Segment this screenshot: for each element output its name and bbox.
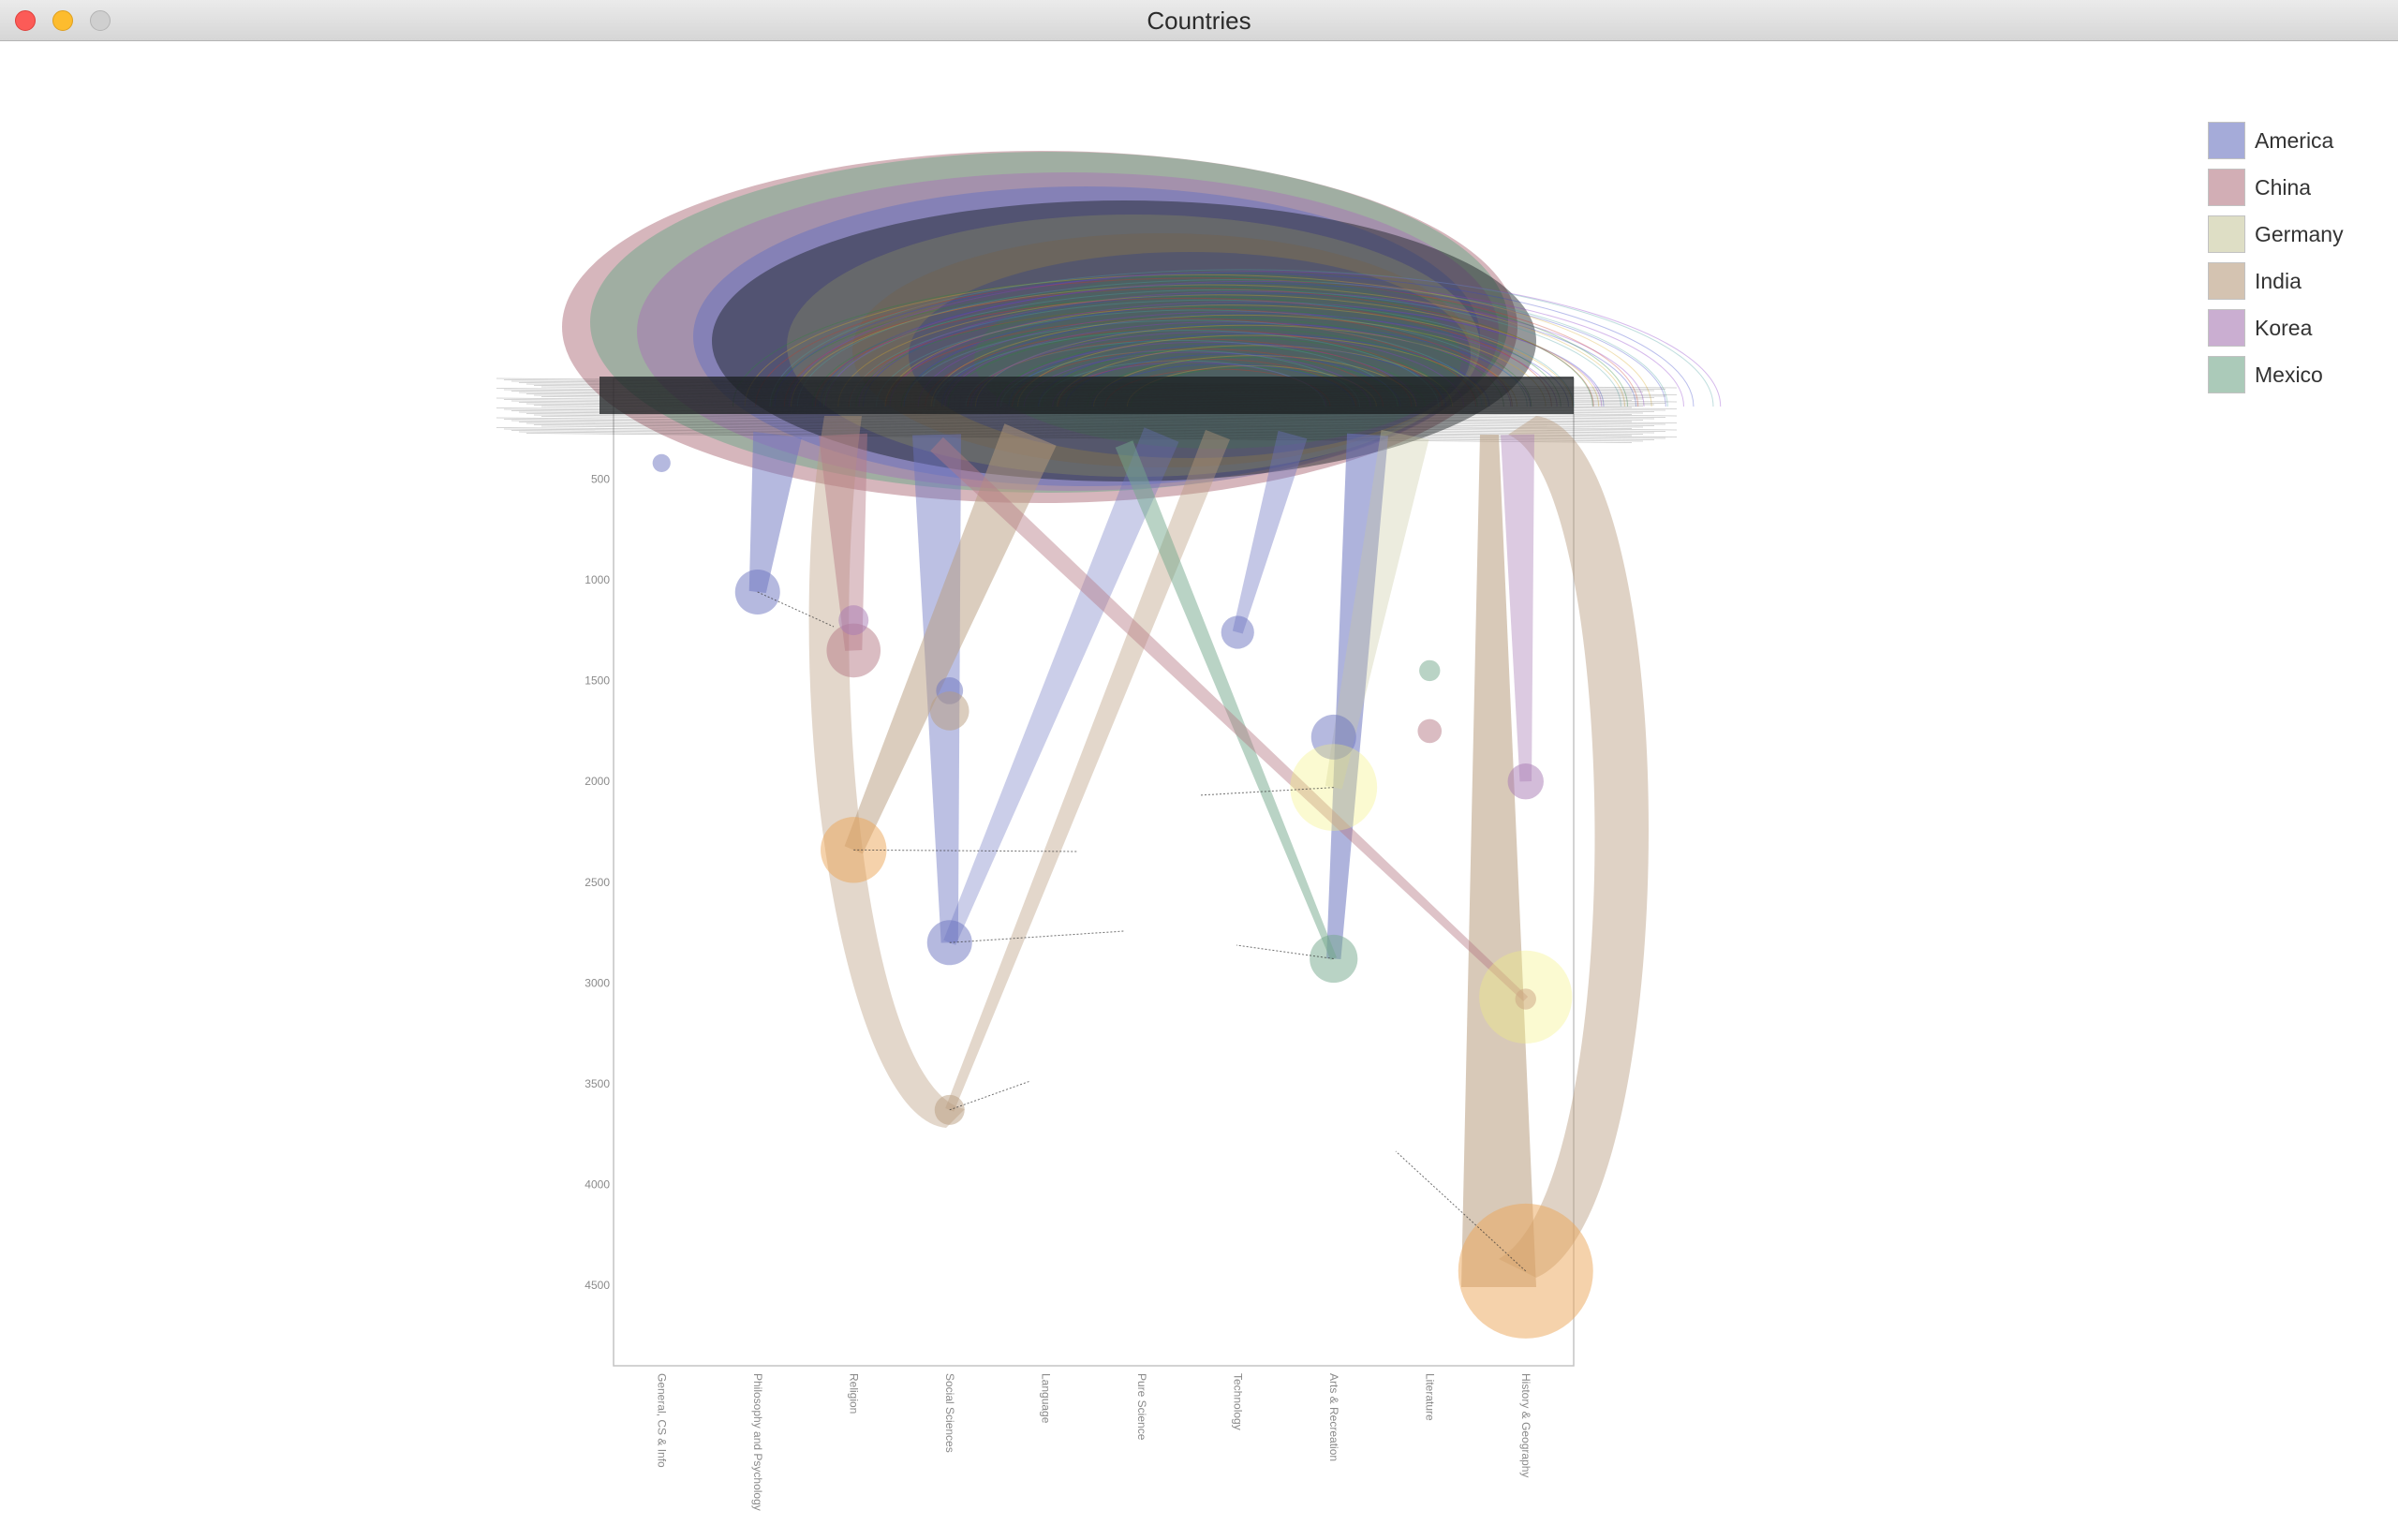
chart-area: 500 1000 1500 2000 2500 3000 3500 4000 4500 Gener… [0, 41, 2398, 1540]
x-tick-label: Religion [847, 1373, 860, 1414]
bubble-germany [1290, 744, 1378, 832]
y-tick-label: 2500 [585, 876, 610, 889]
legend-swatch-mexico [2208, 356, 2245, 393]
legend-item-china: China [2208, 164, 2344, 211]
flow-band [1115, 440, 1337, 960]
legend-label-germany: Germany [2255, 221, 2344, 246]
legend-swatch-america [2208, 122, 2245, 159]
y-tick-label: 2000 [585, 775, 610, 788]
legend-label-mexico: Mexico [2255, 362, 2323, 387]
bubble-korea [1507, 763, 1544, 800]
legend-label-america: America [2255, 127, 2334, 153]
x-tick-label: Pure Science [1135, 1373, 1148, 1441]
x-tick-label: Social Sciences [943, 1373, 956, 1453]
legend-item-america: America [2208, 117, 2344, 164]
chart-svg: 500 1000 1500 2000 2500 3000 3500 4000 4500 Gener… [496, 151, 1722, 1511]
legend-label-china: China [2255, 174, 2312, 200]
bubble-korea [838, 605, 869, 636]
y-tick-label: 4000 [585, 1177, 610, 1191]
y-tick-label: 500 [591, 473, 610, 486]
legend-swatch-germany [2208, 215, 2245, 253]
x-tick-label: History & Geography [1519, 1373, 1532, 1477]
x-tick-label: Arts & Recreation [1327, 1373, 1340, 1461]
bubble-mexico [1310, 934, 1358, 984]
x-tick-label: General, CS & Info [655, 1373, 668, 1468]
window-titlebar: Countries [0, 0, 2398, 41]
annotation-leader [949, 930, 1125, 943]
bubble-india [929, 691, 970, 731]
legend-item-germany: Germany [2208, 211, 2344, 258]
x-tick-label: Philosophy and Psychology [751, 1373, 764, 1511]
x-tick-label: Technology [1231, 1373, 1244, 1430]
y-tick-label: 4500 [585, 1279, 610, 1292]
y-tick-label: 1000 [585, 573, 610, 586]
legend-item-korea: Korea [2208, 304, 2344, 351]
chart-legend: America China Germany India Korea Mexico [2208, 117, 2344, 398]
legend-item-india: India [2208, 258, 2344, 304]
y-tick-label: 3500 [585, 1077, 610, 1090]
bubble-america [652, 453, 671, 472]
y-tick-label: 3000 [585, 976, 610, 989]
legend-label-india: India [2255, 268, 2302, 293]
y-tick-label: 1500 [585, 674, 610, 688]
x-tick-label: Language [1039, 1373, 1052, 1424]
flow-band [748, 431, 802, 594]
bubble-mexico [1419, 659, 1441, 682]
bubble-china [1417, 718, 1443, 744]
legend-label-korea: Korea [2255, 315, 2313, 340]
annotation-leader [853, 849, 1078, 852]
bubble-germany [1479, 950, 1573, 1044]
legend-swatch-india [2208, 262, 2245, 300]
legend-swatch-china [2208, 169, 2245, 206]
x-tick-label: Literature [1423, 1373, 1436, 1421]
window-title: Countries [1147, 7, 1251, 35]
bubble-america [1221, 615, 1254, 649]
legend-item-mexico: Mexico [2208, 351, 2344, 398]
legend-swatch-korea [2208, 309, 2245, 347]
